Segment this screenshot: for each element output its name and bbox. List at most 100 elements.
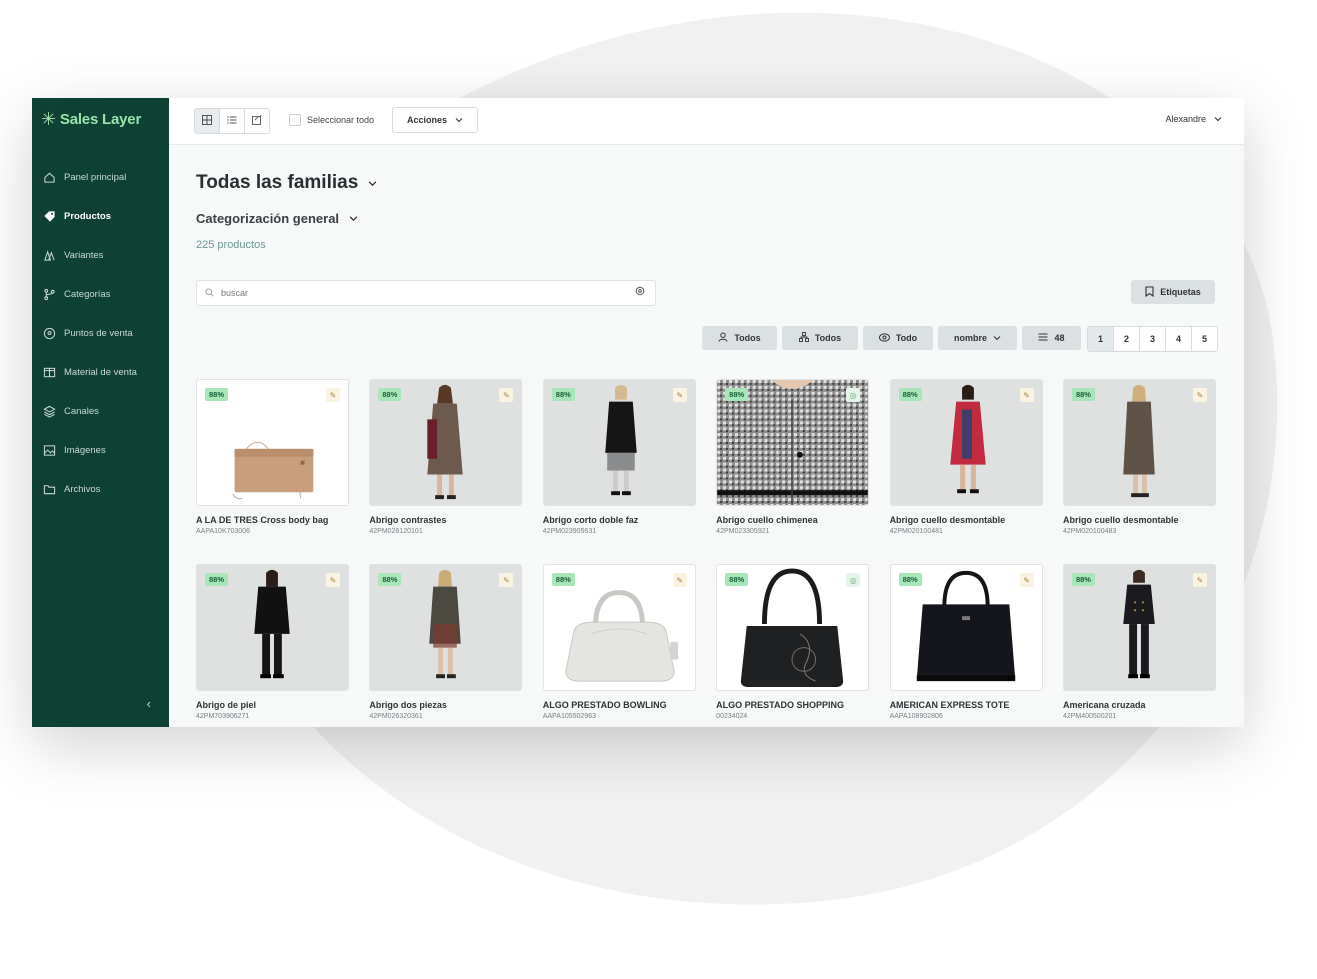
sidebar-item-puntos-de-venta[interactable]: Puntos de venta [32,314,169,353]
user-name: Alexandre [1165,114,1206,124]
product-thumbnail[interactable]: 88% ◎ [716,564,870,691]
home-icon [42,171,56,185]
edit-icon[interactable]: ✎ [672,388,687,402]
eye-icon[interactable]: ◎ [846,388,861,402]
page-button[interactable]: 1 [1088,327,1114,351]
product-card[interactable]: 88% ✎ Abrigo corto doble faz 42PM0239056… [542,379,696,546]
edit-icon[interactable]: ✎ [1192,573,1207,587]
sidebar-item-imagenes[interactable]: Imágenes [32,431,169,470]
sidebar-item-canales[interactable]: Canales [32,392,169,431]
search-settings-icon[interactable] [635,286,645,299]
sort-dropdown[interactable]: nombre [938,326,1017,350]
product-code: AAPA105502963 [542,713,596,720]
product-thumbnail[interactable]: 88% ✎ [1062,564,1216,691]
product-thumbnail[interactable]: 88% ✎ [542,379,696,506]
edit-icon[interactable]: ✎ [1019,573,1034,587]
completeness-badge: 88% [551,388,575,401]
page-button[interactable]: 2 [1114,327,1140,351]
edit-icon[interactable]: ✎ [326,573,340,587]
product-card[interactable]: 88% ✎ ALGO PRESTADO BOWLING AAPA10550296… [542,564,696,727]
user-menu[interactable]: Alexandre [1165,114,1222,124]
product-name: ALGO PRESTADO SHOPPING [716,700,845,710]
product-code: 00234024 [716,713,748,720]
sidebar-item-label: Variantes [64,250,104,261]
select-all-label: Seleccionar todo [307,115,375,125]
product-card[interactable]: 88% ◎ Abrigo cuello chimenea 42PM0233059… [716,379,870,546]
family-selector[interactable]: Todas las familias [196,172,377,194]
product-card[interactable]: 88% ✎ Americana cruzada 42PM400500201 [1062,564,1216,727]
select-all-checkbox[interactable] [289,114,301,126]
sidebar-item-categorias[interactable]: Categorías [32,275,169,314]
categorization-selector[interactable]: Categorización general [196,209,358,227]
sidebar-item-variantes[interactable]: Variantes [32,236,169,275]
select-all-toggle[interactable]: Seleccionar todo [289,114,374,126]
sidebar-item-label: Canales [64,406,99,417]
completeness-badge: 88% [205,573,229,586]
product-card[interactable]: 88% ◎ ALGO PRESTADO SHOPPING 00234024 [716,564,870,727]
product-code: 42PM026120101 [369,528,423,535]
edit-icon[interactable]: ✎ [499,573,514,587]
product-thumbnail[interactable]: 88% ✎ [196,379,349,506]
chevron-down-icon [349,209,358,227]
product-card[interactable]: 88% ✎ A LA DE TRES Cross body bag AAPA10… [196,379,349,546]
product-thumbnail[interactable]: 88% ✎ [196,564,349,691]
edit-icon[interactable]: ✎ [326,388,340,402]
edit-icon[interactable]: ✎ [1019,388,1034,402]
product-card[interactable]: 88% ✎ AMERICAN EXPRESS TOTE AAPA10890280… [889,564,1043,727]
product-card[interactable]: 88% ✎ Abrigo cuello desmontable 42PM0201… [889,379,1043,546]
product-name: Abrigo corto doble faz [542,515,639,525]
eye-icon[interactable]: ◎ [846,573,861,587]
per-page-button[interactable]: 48 [1022,326,1081,350]
actions-dropdown[interactable]: Acciones [392,107,478,133]
page-title: Todas las familias [196,172,359,193]
product-code: 42PM023905631 [542,528,597,535]
product-thumbnail[interactable]: 88% ✎ [542,564,696,691]
product-thumbnail[interactable]: 88% ✎ [889,564,1043,691]
filter-bar: Todos Todos Todo nombre 48 [702,326,1081,350]
product-thumbnail[interactable]: 88% ✎ [369,564,523,691]
product-thumbnail[interactable]: 88% ◎ [716,379,870,506]
user-filter-label: Todos [734,333,761,343]
product-card[interactable]: 88% ✎ Abrigo contrastes 42PM026120101 [369,379,523,546]
sidebar-item-productos[interactable]: Productos [32,197,169,236]
product-thumbnail[interactable]: 88% ✎ [889,379,1043,506]
edit-view-button[interactable] [245,109,269,133]
product-code: 42PM020100483 [1062,528,1117,535]
sidebar-item-label: Puntos de venta [64,328,133,339]
visibility-filter-button[interactable]: Todo [863,326,933,350]
brand-logo[interactable]: ✳ Sales Layer [41,108,141,130]
edit-icon[interactable]: ✎ [499,388,514,402]
chevron-down-icon [455,115,463,125]
product-card[interactable]: 88% ✎ Abrigo cuello desmontable 42PM0201… [1062,379,1216,546]
topbar: Seleccionar todo Acciones Alexandre [169,98,1244,145]
product-card[interactable]: 88% ✎ Abrigo dos piezas 42PM026320361 [369,564,523,727]
product-thumbnail[interactable]: 88% ✎ [369,379,523,506]
page-button[interactable]: 4 [1166,327,1192,351]
search-input[interactable] [219,287,623,299]
categorization-title: Categorización general [196,210,340,226]
page-button[interactable]: 5 [1192,327,1217,351]
sort-label: nombre [953,333,987,343]
tags-button[interactable]: Etiquetas [1131,280,1215,304]
page-button[interactable]: 3 [1140,327,1166,351]
sidebar-item-archivos[interactable]: Archivos [32,470,169,509]
user-filter-button[interactable]: Todos [702,326,777,350]
product-thumbnail[interactable]: 88% ✎ [1062,379,1216,506]
sidebar-item-material-de-venta[interactable]: Material de venta [32,353,169,392]
family-filter-button[interactable]: Todos [782,326,858,350]
chevron-left-icon[interactable]: ‹ [147,696,151,711]
actions-label: Acciones [406,115,448,125]
completeness-badge: 88% [205,388,229,401]
branch-icon [42,288,56,302]
pagination: 1 2 3 4 5 [1087,326,1218,352]
visibility-filter-label: Todo [895,333,918,343]
list-icon [227,115,237,128]
edit-icon[interactable]: ✎ [1192,388,1207,402]
grid-view-button[interactable] [195,109,220,133]
edit-icon[interactable]: ✎ [672,573,687,587]
list-view-button[interactable] [220,109,245,133]
sidebar-item-panel-principal[interactable]: Panel principal [32,158,169,197]
product-card[interactable]: 88% ✎ Abrigo de piel 42PM703906271 [196,564,349,727]
completeness-badge: 88% [1071,388,1095,401]
lines-icon [1038,333,1048,343]
